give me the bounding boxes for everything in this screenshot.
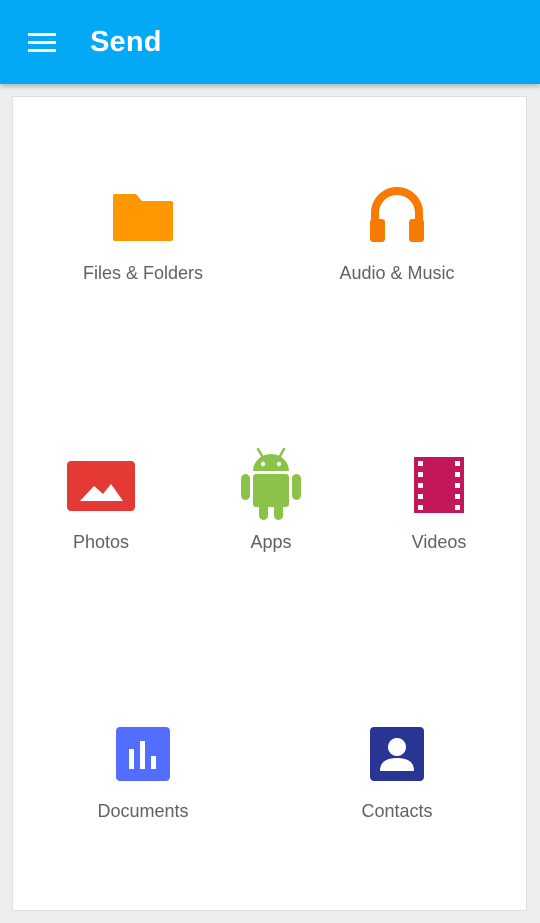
hamburger-menu-icon <box>28 33 56 52</box>
contacts-tile[interactable]: Contacts <box>307 717 487 827</box>
apps-tile[interactable]: Apps <box>203 447 339 557</box>
bar-chart-doc-icon <box>116 727 170 781</box>
apps-label: Apps <box>250 532 292 552</box>
page-title: Send <box>90 26 162 58</box>
files-folders-tile[interactable]: Files & Folders <box>53 177 233 287</box>
contact-card-icon <box>370 727 424 781</box>
folder-icon <box>113 194 173 241</box>
film-icon <box>414 457 464 513</box>
audio-music-label: Audio & Music <box>339 263 455 283</box>
files-folders-label: Files & Folders <box>82 263 204 283</box>
documents-label: Documents <box>97 801 189 821</box>
image-icon <box>67 461 135 511</box>
photos-label: Photos <box>72 532 130 552</box>
videos-tile[interactable]: Videos <box>371 447 507 557</box>
photos-tile[interactable]: Photos <box>33 447 169 557</box>
app-bar: Send <box>0 0 540 84</box>
headphones-icon <box>370 187 424 242</box>
audio-music-tile[interactable]: Audio & Music <box>307 177 487 287</box>
videos-label: Videos <box>411 532 467 552</box>
category-grid: Files & Folders Audio & Music Photos App… <box>12 96 527 911</box>
contacts-label: Contacts <box>361 801 433 821</box>
documents-tile[interactable]: Documents <box>53 717 233 827</box>
android-icon <box>241 447 301 520</box>
menu-button[interactable] <box>18 22 66 62</box>
